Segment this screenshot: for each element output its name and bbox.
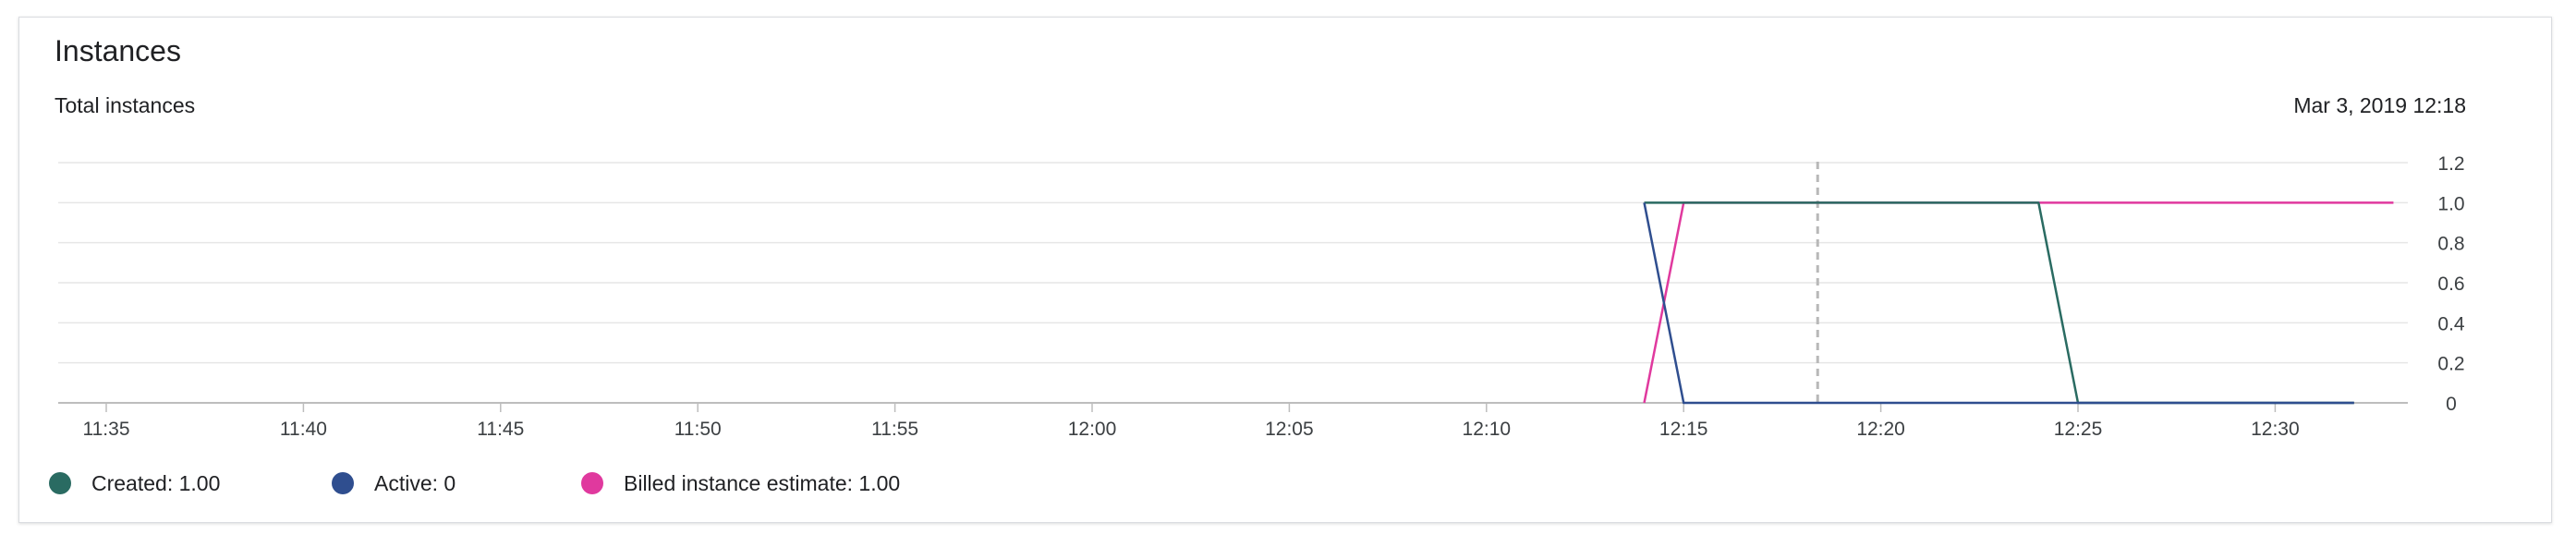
series-line-active [1643, 202, 2354, 405]
legend-dot-billed [581, 472, 603, 494]
x-tick-label: 11:40 [280, 419, 327, 440]
x-tick-label: 11:45 [477, 419, 524, 440]
y-tick-label: 1.0 [2437, 193, 2464, 214]
series-line-billed [1643, 201, 2394, 404]
y-tick-label: 0.2 [2437, 354, 2464, 375]
legend-label-created: Created: 1.00 [91, 470, 221, 495]
x-tick-label: 12:10 [1463, 419, 1512, 440]
legend-dot-active [332, 472, 354, 494]
series-line-created [1644, 201, 2354, 405]
x-tick-label: 12:25 [2054, 419, 2103, 440]
legend-dot-created [49, 472, 71, 494]
x-tick-label: 12:05 [1265, 419, 1314, 440]
chart-legend: Created: 1.00 Active: 0 Billed instance … [49, 465, 2451, 502]
x-tick-label: 12:30 [2251, 419, 2300, 440]
y-tick-label: 1.2 [2437, 153, 2464, 175]
legend-item-created[interactable]: Created: 1.00 [49, 465, 220, 502]
y-tick-label: 0.6 [2437, 274, 2464, 295]
x-tick-label: 12:15 [1659, 419, 1708, 440]
y-tick-label: 0 [2446, 394, 2457, 415]
instances-card: Instances Total instances Mar 3, 2019 12… [18, 17, 2552, 523]
y-tick-label: 0.4 [2437, 313, 2465, 334]
x-tick-label: 11:35 [83, 419, 130, 440]
legend-label-active: Active: 0 [374, 470, 456, 495]
x-tick-label: 12:00 [1068, 419, 1117, 440]
legend-item-active[interactable]: Active: 0 [332, 465, 456, 502]
x-tick-label: 12:20 [1856, 419, 1905, 440]
x-tick-label: 11:50 [674, 419, 722, 440]
legend-item-billed[interactable]: Billed instance estimate: 1.00 [581, 465, 900, 502]
y-tick-label: 0.8 [2437, 234, 2464, 255]
x-tick-label: 11:55 [871, 419, 918, 440]
legend-label-billed: Billed instance estimate: 1.00 [624, 470, 901, 495]
instances-line-chart[interactable]: 0 0.2 0.4 0.6 0.8 1.0 1.2 11:35 11:40 11:45 11:50 1… [19, 18, 2551, 452]
